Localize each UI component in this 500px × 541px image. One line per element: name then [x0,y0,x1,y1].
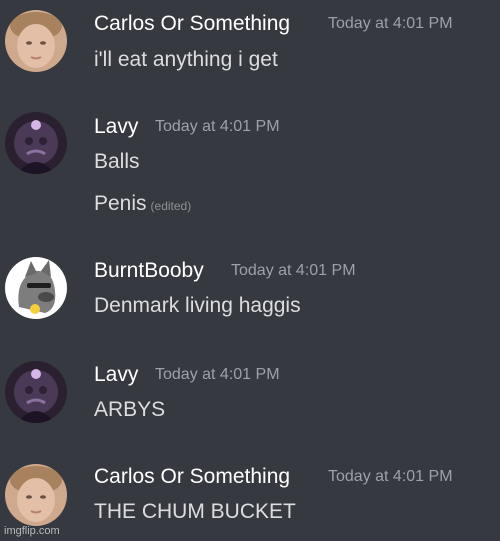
timestamp: Today at 4:01 PM [328,15,453,32]
username[interactable]: Carlos Or Something [94,13,290,34]
watermark: imgflip.com [4,525,60,537]
username[interactable]: Carlos Or Something [94,466,290,487]
edited-label: (edited) [150,199,192,213]
avatar-image [5,361,67,423]
avatar-image [5,10,67,72]
avatar-image [5,464,67,526]
message-text: Penis [94,192,147,215]
message-text: Denmark living haggis [94,294,301,317]
message-text: i'll eat anything i get [94,48,278,71]
message-text: Balls [94,150,140,173]
message-text-edited-line: Penis (edited) [94,193,191,214]
timestamp: Today at 4:01 PM [231,262,356,279]
username[interactable]: BurntBooby [94,260,204,281]
avatar-carlos[interactable] [5,10,67,72]
username[interactable]: Lavy [94,116,138,137]
message-text: ARBYS [94,398,166,421]
message-text: THE CHUM BUCKET [94,500,296,523]
timestamp: Today at 4:01 PM [155,118,280,135]
avatar-carlos[interactable] [5,464,67,526]
timestamp: Today at 4:01 PM [155,366,280,383]
avatar-burntbooby[interactable] [5,257,67,319]
avatar-image [5,257,67,319]
timestamp: Today at 4:01 PM [328,468,453,485]
avatar-image [5,112,67,174]
avatar-lavy[interactable] [5,361,67,423]
username[interactable]: Lavy [94,364,138,385]
avatar-lavy[interactable] [5,112,67,174]
